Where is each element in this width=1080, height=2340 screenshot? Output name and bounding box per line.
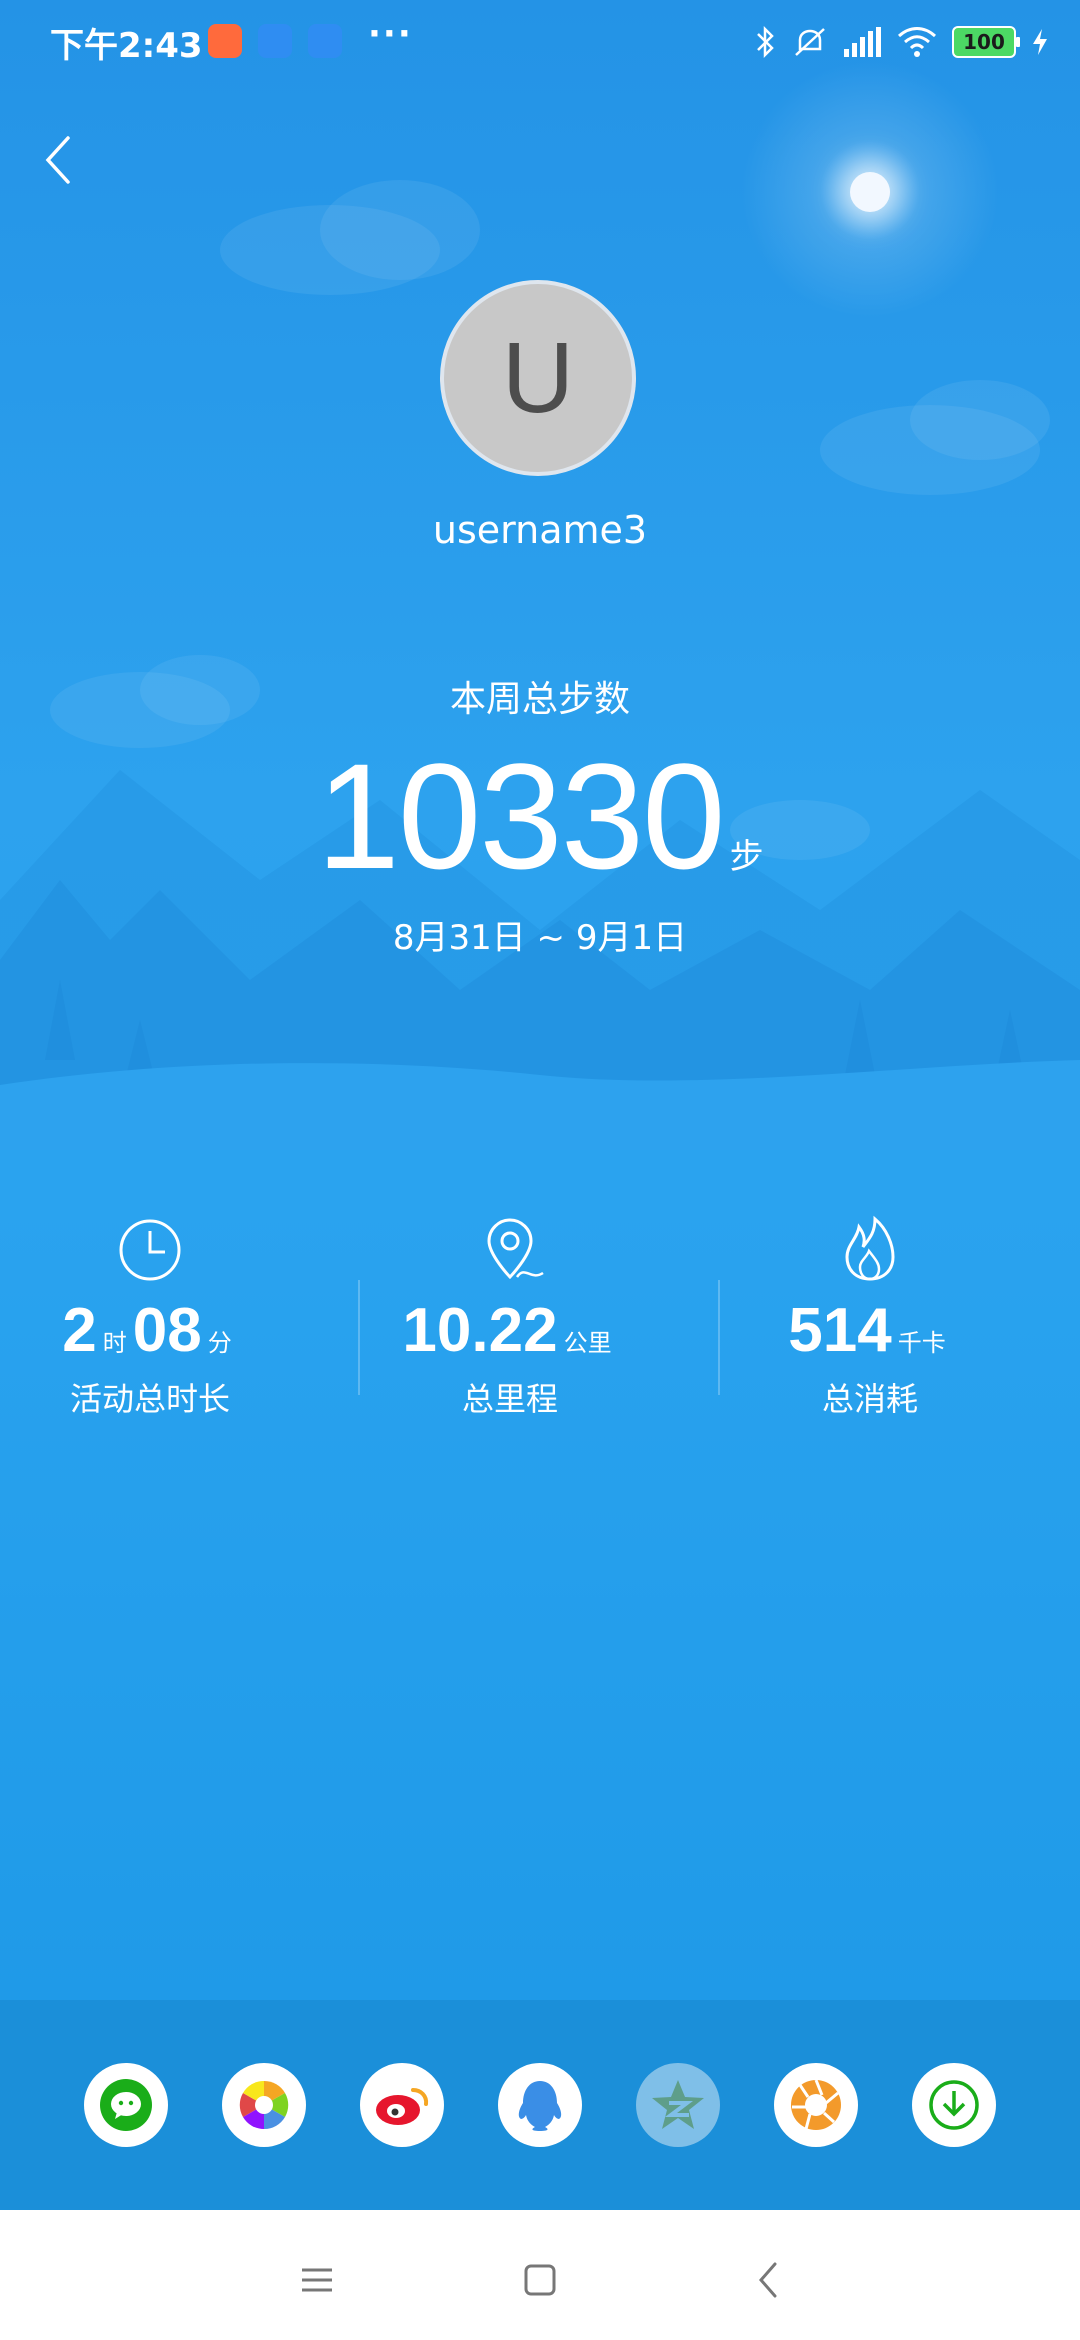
download-icon <box>929 2080 979 2130</box>
system-nav-bar <box>0 2210 1080 2340</box>
steps-unit: 步 <box>729 837 764 877</box>
avatar[interactable]: U <box>440 280 636 476</box>
download-button[interactable] <box>912 2063 996 2147</box>
weekly-steps-title: 本周总步数 <box>449 679 630 720</box>
clock-icon <box>119 1219 181 1281</box>
share-qq-button[interactable] <box>498 2063 582 2147</box>
hours-unit: 时 <box>102 1329 127 1357</box>
share-camera-button[interactable] <box>774 2063 858 2147</box>
status-time: 下午2:43 <box>50 26 203 66</box>
app-notification-icon <box>258 24 292 58</box>
steps-count: 10330 <box>316 732 725 900</box>
mi-store-notification-icon <box>208 24 242 58</box>
share-qzone-button[interactable] <box>636 2063 720 2147</box>
mute-bell-icon <box>795 28 825 56</box>
share-bar <box>0 2000 1080 2210</box>
qzone-icon <box>652 2080 704 2129</box>
date-range: 8月31日 ~ 9月1日 <box>392 918 688 958</box>
system-back-button[interactable] <box>738 2250 798 2310</box>
recents-button[interactable] <box>287 2250 347 2310</box>
weekly-steps: 10330 步 <box>0 730 1080 903</box>
more-notifications-icon: ··· <box>368 14 413 54</box>
distance-value: 10.22 <box>402 1296 558 1365</box>
qq-icon <box>518 2081 562 2131</box>
share-wechat-button[interactable] <box>84 2063 168 2147</box>
share-weibo-button[interactable] <box>360 2063 444 2147</box>
flame-icon <box>845 1215 895 1281</box>
distance-label: 总里程 <box>461 1380 558 1418</box>
stat-duration: 2 时08 分 活动总时长 <box>0 1215 330 1420</box>
stat-distance: 10.22 公里 总里程 <box>330 1215 690 1420</box>
menu-icon <box>302 2268 332 2292</box>
app-notification-icon <box>308 24 342 58</box>
duration-hours: 2 <box>62 1296 97 1365</box>
back-arrow-icon <box>759 2262 777 2298</box>
duration-label: 活动总时长 <box>69 1380 230 1418</box>
bluetooth-icon <box>757 25 774 59</box>
distance-unit: 公里 <box>563 1329 612 1357</box>
duration-minutes: 08 <box>132 1296 202 1365</box>
calories-value: 514 <box>788 1296 892 1365</box>
charging-icon <box>1033 29 1047 55</box>
camera-aperture-icon <box>791 2079 841 2130</box>
calories-unit: 千卡 <box>897 1329 946 1357</box>
wechat-icon <box>100 2079 152 2131</box>
home-button[interactable] <box>510 2250 570 2310</box>
sun-icon <box>850 172 890 212</box>
battery-icon: 100 <box>952 26 1020 58</box>
username: username3 <box>432 508 648 552</box>
home-icon <box>524 2264 556 2296</box>
calories-label: 总消耗 <box>821 1380 918 1418</box>
location-pin-icon <box>487 1218 544 1280</box>
share-moments-button[interactable] <box>222 2063 306 2147</box>
minutes-unit: 分 <box>207 1329 232 1357</box>
weibo-icon <box>376 2088 429 2125</box>
back-button[interactable] <box>40 130 80 190</box>
moments-icon <box>239 2080 289 2130</box>
stat-calories: 514 千卡 总消耗 <box>690 1215 1050 1420</box>
